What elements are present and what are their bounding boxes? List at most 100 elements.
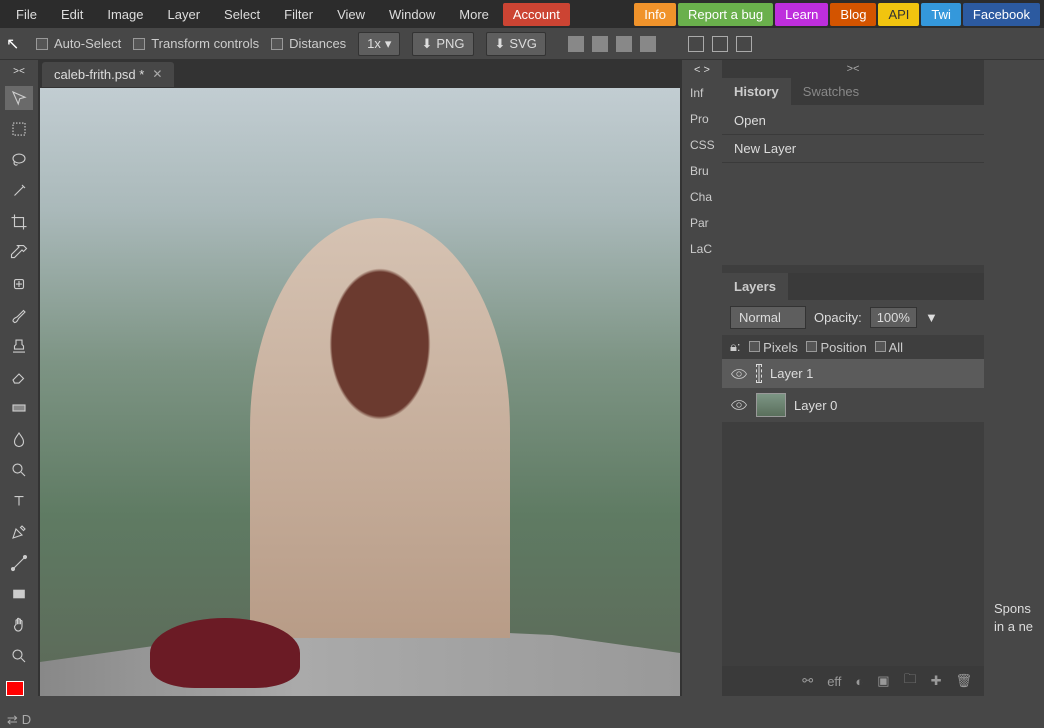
history-list: Open New Layer bbox=[722, 105, 984, 165]
layers-footer: ⚯ eff ◐ ▣ 🗀 ✚ 🗑︎ bbox=[722, 666, 984, 696]
eraser-tool[interactable] bbox=[5, 365, 33, 389]
layer-list: Layer 1 Layer 0 bbox=[722, 359, 984, 422]
pill-facebook[interactable]: Facebook bbox=[963, 3, 1040, 26]
dist-2-icon[interactable] bbox=[712, 36, 728, 52]
dist-1-icon[interactable] bbox=[688, 36, 704, 52]
zoom-select[interactable]: 1x ▾ bbox=[358, 32, 400, 56]
effects-label[interactable]: eff bbox=[827, 674, 841, 689]
layer-row[interactable]: Layer 0 bbox=[722, 388, 984, 422]
collapsed-panels: < > Inf Pro CSS Bru Cha Par LaC bbox=[682, 60, 722, 262]
layer-row[interactable]: Layer 1 bbox=[722, 359, 984, 388]
align-top-icon[interactable] bbox=[640, 36, 656, 52]
visibility-icon[interactable] bbox=[730, 398, 748, 412]
pill-twi[interactable]: Twi bbox=[921, 3, 961, 26]
document-tabs: caleb-frith.psd * ✕ bbox=[38, 60, 682, 88]
auto-select-check[interactable]: Auto-Select bbox=[36, 36, 121, 51]
menu-edit[interactable]: Edit bbox=[49, 3, 95, 26]
menu-file[interactable]: File bbox=[4, 3, 49, 26]
document-name: caleb-frith.psd * bbox=[54, 67, 144, 82]
menu-view[interactable]: View bbox=[325, 3, 377, 26]
pill-api[interactable]: API bbox=[878, 3, 919, 26]
dist-3-icon[interactable] bbox=[736, 36, 752, 52]
align-center-icon[interactable] bbox=[592, 36, 608, 52]
opacity-value[interactable]: 100% bbox=[870, 307, 917, 328]
document-tab[interactable]: caleb-frith.psd * ✕ bbox=[42, 62, 174, 87]
hand-tool[interactable] bbox=[5, 613, 33, 637]
dodge-tool[interactable] bbox=[5, 458, 33, 482]
default-colors[interactable]: D bbox=[22, 712, 31, 728]
tab-swatches[interactable]: Swatches bbox=[791, 78, 871, 105]
move-tool[interactable] bbox=[5, 86, 33, 110]
layer-thumb bbox=[758, 365, 760, 382]
account-button[interactable]: Account bbox=[503, 3, 570, 26]
lock-position[interactable]: Position bbox=[806, 340, 867, 355]
new-layer-icon[interactable]: ✚ bbox=[931, 673, 942, 689]
transform-check[interactable]: Transform controls bbox=[133, 36, 259, 51]
align-right-icon[interactable] bbox=[616, 36, 632, 52]
visibility-icon[interactable] bbox=[730, 367, 748, 381]
eyedropper-tool[interactable] bbox=[5, 241, 33, 265]
history-item[interactable]: Open bbox=[722, 107, 984, 135]
menu-window[interactable]: Window bbox=[377, 3, 447, 26]
panel-collapse[interactable]: >< bbox=[722, 60, 984, 78]
wand-tool[interactable] bbox=[5, 179, 33, 203]
mask-icon[interactable]: ▣ bbox=[877, 673, 889, 689]
tab-layers[interactable]: Layers bbox=[722, 273, 788, 300]
adjustment-icon[interactable]: ◐ bbox=[855, 674, 863, 689]
rect-select-tool[interactable] bbox=[5, 117, 33, 141]
shape-tool[interactable] bbox=[5, 582, 33, 606]
swap-colors[interactable]: ⇄ bbox=[7, 712, 18, 728]
mini-bru[interactable]: Bru bbox=[682, 158, 722, 184]
mini-lac[interactable]: LaC bbox=[682, 236, 722, 262]
menu-select[interactable]: Select bbox=[212, 3, 272, 26]
toolbar-collapse[interactable]: >< bbox=[13, 66, 25, 79]
tab-history[interactable]: History bbox=[722, 78, 791, 105]
path-tool[interactable] bbox=[5, 551, 33, 575]
menu-more[interactable]: More bbox=[447, 3, 501, 26]
options-bar: ↖︎ Auto-Select Transform controls Distan… bbox=[0, 28, 1044, 60]
delete-layer-icon[interactable]: 🗑︎ bbox=[955, 673, 972, 689]
link-layers-icon[interactable]: ⚯ bbox=[802, 673, 813, 689]
zoom-tool[interactable] bbox=[5, 644, 33, 668]
gradient-tool[interactable] bbox=[5, 396, 33, 420]
export-png[interactable]: ⬇ PNG bbox=[412, 32, 473, 56]
top-menubar: File Edit Image Layer Select Filter View… bbox=[0, 0, 1044, 28]
type-tool[interactable] bbox=[5, 489, 33, 513]
canvas-area[interactable] bbox=[38, 88, 682, 696]
menu-filter[interactable]: Filter bbox=[272, 3, 325, 26]
lock-all[interactable]: All bbox=[875, 340, 903, 355]
history-item[interactable]: New Layer bbox=[722, 135, 984, 163]
lasso-tool[interactable] bbox=[5, 148, 33, 172]
mini-cha[interactable]: Cha bbox=[682, 184, 722, 210]
pill-blog[interactable]: Blog bbox=[830, 3, 876, 26]
layer-name[interactable]: Layer 1 bbox=[770, 366, 813, 381]
align-left-icon[interactable] bbox=[568, 36, 584, 52]
close-tab-icon[interactable]: ✕ bbox=[152, 67, 162, 81]
distances-check[interactable]: Distances bbox=[271, 36, 346, 51]
layer-name[interactable]: Layer 0 bbox=[794, 398, 837, 413]
mini-par[interactable]: Par bbox=[682, 210, 722, 236]
opacity-dropdown-icon[interactable]: ▼ bbox=[925, 310, 938, 325]
folder-icon[interactable]: 🗀 bbox=[904, 670, 917, 692]
pill-bug[interactable]: Report a bug bbox=[678, 3, 773, 26]
mini-css[interactable]: CSS bbox=[682, 132, 722, 158]
opacity-label: Opacity: bbox=[814, 310, 862, 325]
mini-expand[interactable]: < > bbox=[682, 60, 722, 80]
stamp-tool[interactable] bbox=[5, 334, 33, 358]
blur-tool[interactable] bbox=[5, 427, 33, 451]
brush-tool[interactable] bbox=[5, 303, 33, 327]
crop-tool[interactable] bbox=[5, 210, 33, 234]
color-swatches[interactable] bbox=[6, 681, 32, 701]
export-svg[interactable]: ⬇ SVG bbox=[486, 32, 546, 56]
pen-tool[interactable] bbox=[5, 520, 33, 544]
mini-inf[interactable]: Inf bbox=[682, 80, 722, 106]
blend-mode-select[interactable]: Normal bbox=[730, 306, 806, 329]
mini-pro[interactable]: Pro bbox=[682, 106, 722, 132]
lock-icon: 🔒︎: bbox=[730, 339, 741, 355]
pill-info[interactable]: Info bbox=[634, 3, 676, 26]
menu-layer[interactable]: Layer bbox=[156, 3, 213, 26]
pill-learn[interactable]: Learn bbox=[775, 3, 828, 26]
heal-tool[interactable] bbox=[5, 272, 33, 296]
menu-image[interactable]: Image bbox=[95, 3, 155, 26]
lock-pixels[interactable]: Pixels bbox=[749, 340, 798, 355]
